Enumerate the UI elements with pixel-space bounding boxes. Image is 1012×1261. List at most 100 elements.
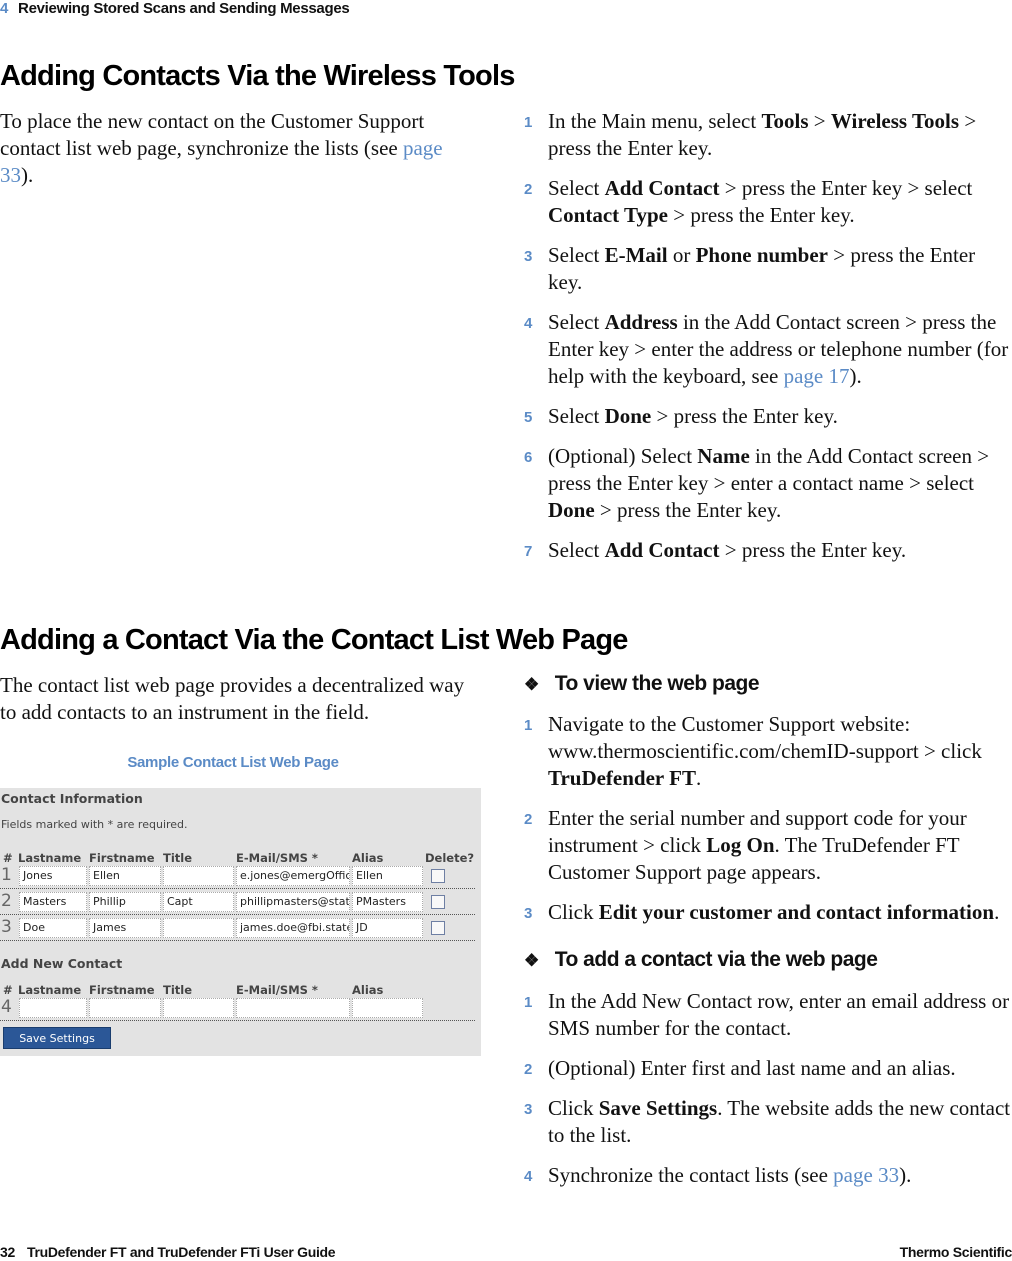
step-number: 7 [524, 543, 533, 560]
column-header: E-Mail/SMS * [236, 851, 318, 865]
step-text: In the Add New Contact row, enter an ema… [548, 989, 1010, 1040]
column-header: Lastname [18, 851, 82, 865]
new-email-field[interactable] [236, 998, 350, 1018]
column-header: Alias [352, 851, 384, 865]
step-number: 1 [524, 114, 533, 131]
save-settings-button[interactable]: Save Settings [3, 1027, 111, 1049]
step-item: 1 Navigate to the Customer Support websit… [524, 711, 1012, 792]
step-item: 7 Select Add Contact > press the Enter ke… [524, 537, 1012, 564]
step-text: > press the Enter key. [667, 203, 855, 227]
firstname-field[interactable]: Ellen [89, 866, 161, 886]
figure-caption: Sample Contact List Web Page [127, 754, 339, 771]
delete-checkbox[interactable] [431, 895, 445, 909]
step-text: Select [548, 176, 605, 200]
bold-term: Done [604, 404, 652, 428]
bold-term: Name [697, 444, 750, 468]
alias-field[interactable]: Ellen [352, 866, 423, 886]
step-text: > press the Enter key. [594, 498, 782, 522]
column-header: # [3, 851, 13, 865]
delete-checkbox[interactable] [431, 921, 445, 935]
guide-title: TruDefender FT and TruDefender FTi User … [26, 1244, 336, 1260]
procedure-add-contact: ❖ To add a contact via the web page [524, 948, 878, 972]
step-item: 1 In the Main menu, select Tools > Wirele… [524, 108, 1012, 162]
alias-field[interactable]: PMasters [352, 892, 423, 912]
new-title-field[interactable] [163, 998, 234, 1018]
required-fields-note: Fields marked with * are required. [1, 818, 188, 831]
running-head: 4 Reviewing Stored Scans and Sending Mess… [0, 0, 350, 17]
step-item: 3 Click Save Settings. The website adds t… [524, 1095, 1012, 1149]
firstname-field[interactable]: Phillip [89, 892, 161, 912]
step-item: 2 (Optional) Enter first and last name an… [524, 1055, 1012, 1082]
step-item: 1 In the Add New Contact row, enter an em… [524, 988, 1012, 1042]
page-link[interactable]: page 17 [784, 364, 850, 388]
column-header: Title [163, 983, 193, 997]
section-heading-wireless-tools: Adding Contacts Via the Wireless Tools [0, 60, 515, 92]
step-text: In the Main menu, select [548, 109, 762, 133]
diamond-bullet-icon: ❖ [524, 951, 539, 970]
bold-term: Log On [706, 833, 775, 857]
title-field[interactable]: Capt [163, 892, 234, 912]
step-number: 2 [524, 811, 533, 828]
email-field[interactable]: phillipmasters@state [236, 892, 350, 912]
step-item: 5 Select Done > press the Enter key. [524, 403, 1012, 430]
step-item: 2 Select Add Contact > press the Enter ke… [524, 175, 1012, 229]
row-number: 1 [1, 865, 12, 885]
brand-name: Thermo Scientific [899, 1244, 1012, 1260]
bold-term: Add Contact [604, 538, 720, 562]
bold-term: Edit your customer and contact informati… [598, 900, 995, 924]
step-text: (Optional) Enter first and last name and… [548, 1056, 956, 1080]
bold-term: Tools [761, 109, 809, 133]
step-text: ). [849, 364, 862, 388]
step-text: . [994, 900, 1000, 924]
bold-term: TruDefender FT [548, 766, 696, 790]
chapter-title: Reviewing Stored Scans and Sending Messa… [18, 0, 350, 17]
step-number: 1 [524, 717, 533, 734]
bold-term: Save Settings [598, 1096, 718, 1120]
section-heading-web-page: Adding a Contact Via the Contact List We… [0, 624, 628, 656]
row-divider [0, 888, 475, 889]
new-alias-field[interactable] [352, 998, 423, 1018]
step-text: ). [899, 1163, 912, 1187]
step-number: 6 [524, 449, 533, 466]
step-text: Select [548, 404, 605, 428]
step-number: 2 [524, 1061, 533, 1078]
column-header: Lastname [18, 983, 82, 997]
column-header: Alias [352, 983, 384, 997]
step-text: Select [548, 310, 605, 334]
step-text: Select [548, 243, 605, 267]
step-item: 3 Click Edit your customer and contact in… [524, 899, 1012, 926]
alias-field[interactable]: JD [352, 918, 423, 938]
email-field[interactable]: james.doe@fbi.state [236, 918, 350, 938]
step-text: Click [548, 1096, 599, 1120]
lastname-field[interactable]: Masters [19, 892, 87, 912]
procedure-title: To view the web page [554, 672, 760, 695]
add-contact-steps: 1 In the Add New Contact row, enter an em… [524, 988, 1012, 1202]
step-number: 1 [524, 994, 533, 1011]
row-divider [0, 1020, 475, 1021]
lastname-field[interactable]: Doe [19, 918, 87, 938]
step-number: 3 [524, 905, 533, 922]
step-item: 4 Synchronize the contact lists (see page… [524, 1162, 1012, 1189]
delete-checkbox[interactable] [431, 869, 445, 883]
email-field[interactable]: e.jones@emergOffic [236, 866, 350, 886]
row-divider [0, 914, 475, 915]
procedure-title: To add a contact via the web page [554, 948, 878, 971]
procedure-view-web-page: ❖ To view the web page [524, 672, 760, 696]
row-divider [0, 940, 475, 941]
page-link[interactable]: page 33 [833, 1163, 899, 1187]
step-text: Click [548, 900, 599, 924]
bold-term: Add Contact [604, 176, 720, 200]
column-header: Firstname [89, 851, 155, 865]
step-text: > press the Enter key. [719, 538, 907, 562]
step-number: 3 [524, 248, 533, 265]
title-field[interactable] [163, 866, 234, 886]
lastname-field[interactable]: Jones [19, 866, 87, 886]
diamond-bullet-icon: ❖ [524, 675, 539, 694]
step-number: 5 [524, 409, 533, 426]
firstname-field[interactable]: James [89, 918, 161, 938]
new-firstname-field[interactable] [89, 998, 161, 1018]
new-lastname-field[interactable] [19, 998, 87, 1018]
contact-information-title: Contact Information [1, 791, 143, 806]
step-item: 2 Enter the serial number and support cod… [524, 805, 1012, 886]
title-field[interactable] [163, 918, 234, 938]
